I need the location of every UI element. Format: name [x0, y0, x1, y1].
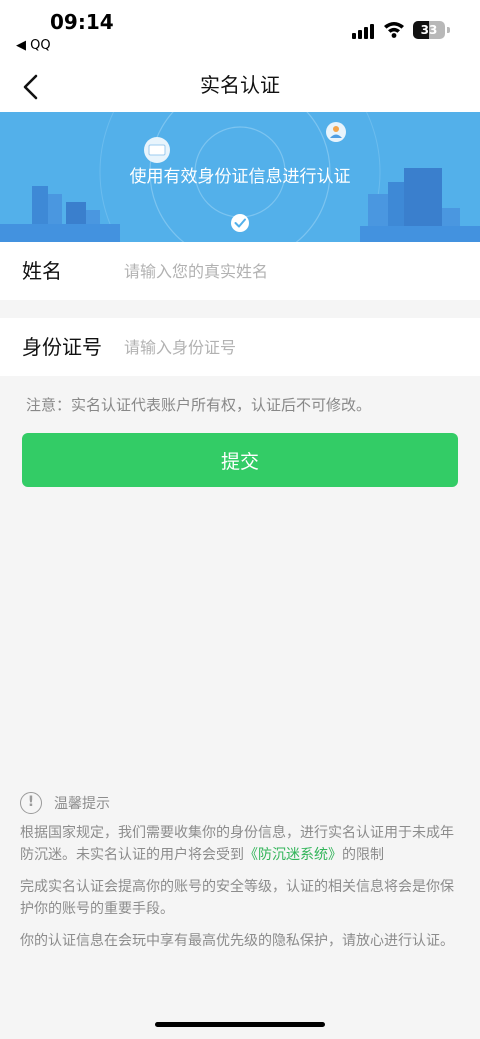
tip-paragraph-3: 你的认证信息在会玩中享有最高优先级的隐私保护，请放心进行认证。 [20, 933, 454, 949]
verification-banner: 使用有效身份证信息进行认证 [0, 112, 480, 242]
back-to-app-link[interactable]: ◀ QQ [16, 38, 51, 53]
exclamation-icon: ! [20, 792, 42, 814]
anti-addiction-system-link[interactable]: 《防沉迷系统》 [244, 847, 342, 863]
page-title: 实名认证 [200, 73, 280, 97]
id-number-input[interactable] [124, 318, 454, 376]
tips-header: ! 温馨提示 [20, 792, 110, 814]
tip-1-suffix: 的限制 [342, 847, 384, 863]
battery-icon: 33 [413, 21, 445, 39]
id-number-row: 身份证号 [0, 318, 480, 376]
notice-text: 注意：实名认证代表账户所有权，认证后不可修改。 [26, 396, 372, 414]
tip-1-text: 根据国家规定，我们需要收集你的身份信息，进行实名认证用于未成年防沉迷。未实名认证… [20, 825, 454, 863]
banner-text: 使用有效身份证信息进行认证 [129, 167, 351, 187]
submit-button[interactable]: 提交 [22, 433, 458, 487]
tips-title: 温馨提示 [54, 796, 110, 812]
tip-paragraph-2: 完成实名认证会提高你的账号的安全等级，认证的相关信息将会是你保护你的账号的重要手… [20, 879, 454, 917]
wifi-icon [384, 22, 404, 38]
back-arrow-icon[interactable] [18, 72, 48, 102]
tip-paragraph-1: 根据国家规定，我们需要收集你的身份信息，进行实名认证用于未成年防沉迷。未实名认证… [20, 822, 462, 866]
name-row: 姓名 [0, 242, 480, 300]
name-input[interactable] [124, 242, 454, 300]
id-number-label: 身份证号 [22, 335, 102, 359]
battery-level: 33 [420, 23, 438, 37]
nav-bar: 实名认证 [0, 62, 480, 112]
status-time: 09:14 [50, 10, 114, 34]
name-label: 姓名 [22, 259, 62, 283]
battery-tip-icon [447, 27, 450, 33]
home-indicator[interactable] [155, 1022, 325, 1027]
status-bar: 09:14 ◀ QQ 33 [0, 0, 480, 62]
cellular-signal-icon [352, 24, 374, 39]
